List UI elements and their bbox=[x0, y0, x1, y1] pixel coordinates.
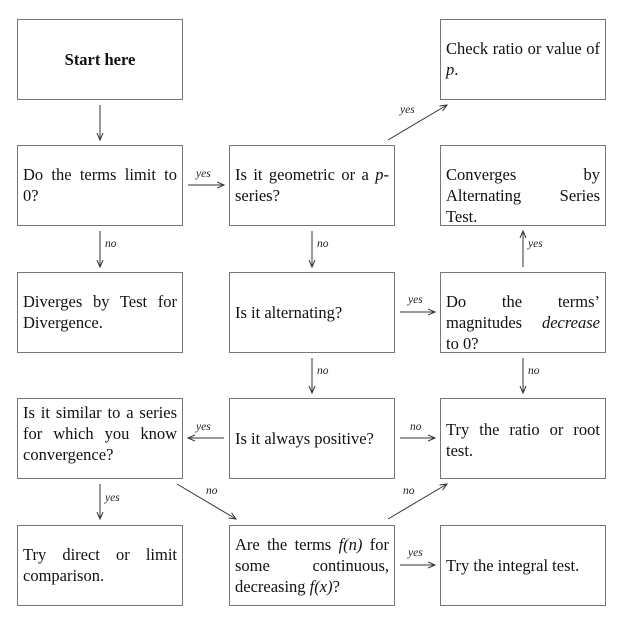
label-geometric-yes: yes bbox=[400, 104, 415, 116]
node-converges-ast-label: Converges by Alternating Series Test. bbox=[446, 165, 600, 226]
arrow-geometric-yes bbox=[387, 105, 447, 141]
label-similar-no: no bbox=[206, 485, 218, 497]
node-start: Start here bbox=[17, 19, 183, 100]
node-limit-zero: Do the terms limit to 0? bbox=[17, 145, 183, 226]
node-magnitudes-label: Do the terms’ magnitudes decrease to 0? bbox=[446, 292, 600, 353]
node-comparison: Try direct or limit comparison. bbox=[17, 525, 183, 606]
node-integral-question-label: Are the terms f(n) for some continuous, … bbox=[235, 535, 389, 596]
label-positive-yes: yes bbox=[196, 421, 211, 433]
node-ratio-root-label: Try the ratio or root test. bbox=[446, 420, 600, 460]
node-check-ratio: Check ratio or value of p. bbox=[440, 19, 606, 100]
node-diverges: Diverges by Test for Divergence. bbox=[17, 272, 183, 353]
label-alternating-yes: yes bbox=[408, 294, 423, 306]
node-comparison-label: Try direct or limit comparison. bbox=[23, 545, 177, 585]
node-converges-ast: Converges by Alternating Series Test. bbox=[440, 145, 606, 226]
node-limit-zero-label: Do the terms limit to 0? bbox=[23, 165, 177, 205]
label-geometric-no: no bbox=[317, 238, 329, 250]
node-geometric: Is it geometric or a p-series? bbox=[229, 145, 395, 226]
label-limit-no: no bbox=[105, 238, 117, 250]
node-check-ratio-label: Check ratio or value of p. bbox=[446, 39, 600, 79]
node-magnitudes: Do the terms’ magnitudes decrease to 0? bbox=[440, 272, 606, 353]
node-diverges-label: Diverges by Test for Divergence. bbox=[23, 292, 177, 332]
node-alternating: Is it alternating? bbox=[229, 272, 395, 353]
label-integral-no: no bbox=[403, 485, 415, 497]
node-integral-question: Are the terms f(n) for some continuous, … bbox=[229, 525, 395, 606]
label-limit-yes: yes bbox=[196, 168, 211, 180]
node-similar: Is it similar to a series for which you … bbox=[17, 398, 183, 479]
label-magnitudes-yes: yes bbox=[528, 238, 543, 250]
label-integral-yes: yes bbox=[408, 547, 423, 559]
node-similar-label: Is it similar to a series for which you … bbox=[23, 403, 177, 464]
node-alternating-label: Is it alternating? bbox=[235, 303, 343, 322]
node-integral-test-label: Try the integral test. bbox=[446, 556, 580, 575]
arrow-integral-no bbox=[387, 484, 447, 520]
label-magnitudes-no: no bbox=[528, 365, 540, 377]
node-start-label: Start here bbox=[64, 50, 136, 69]
label-alternating-no: no bbox=[317, 365, 329, 377]
node-positive-label: Is it always positive? bbox=[235, 429, 374, 448]
node-integral-test: Try the integral test. bbox=[440, 525, 606, 606]
node-positive: Is it always positive? bbox=[229, 398, 395, 479]
label-similar-yes: yes bbox=[105, 492, 120, 504]
node-ratio-root: Try the ratio or root test. bbox=[440, 398, 606, 479]
node-geometric-label: Is it geometric or a p-series? bbox=[235, 165, 389, 205]
label-positive-no: no bbox=[410, 421, 422, 433]
